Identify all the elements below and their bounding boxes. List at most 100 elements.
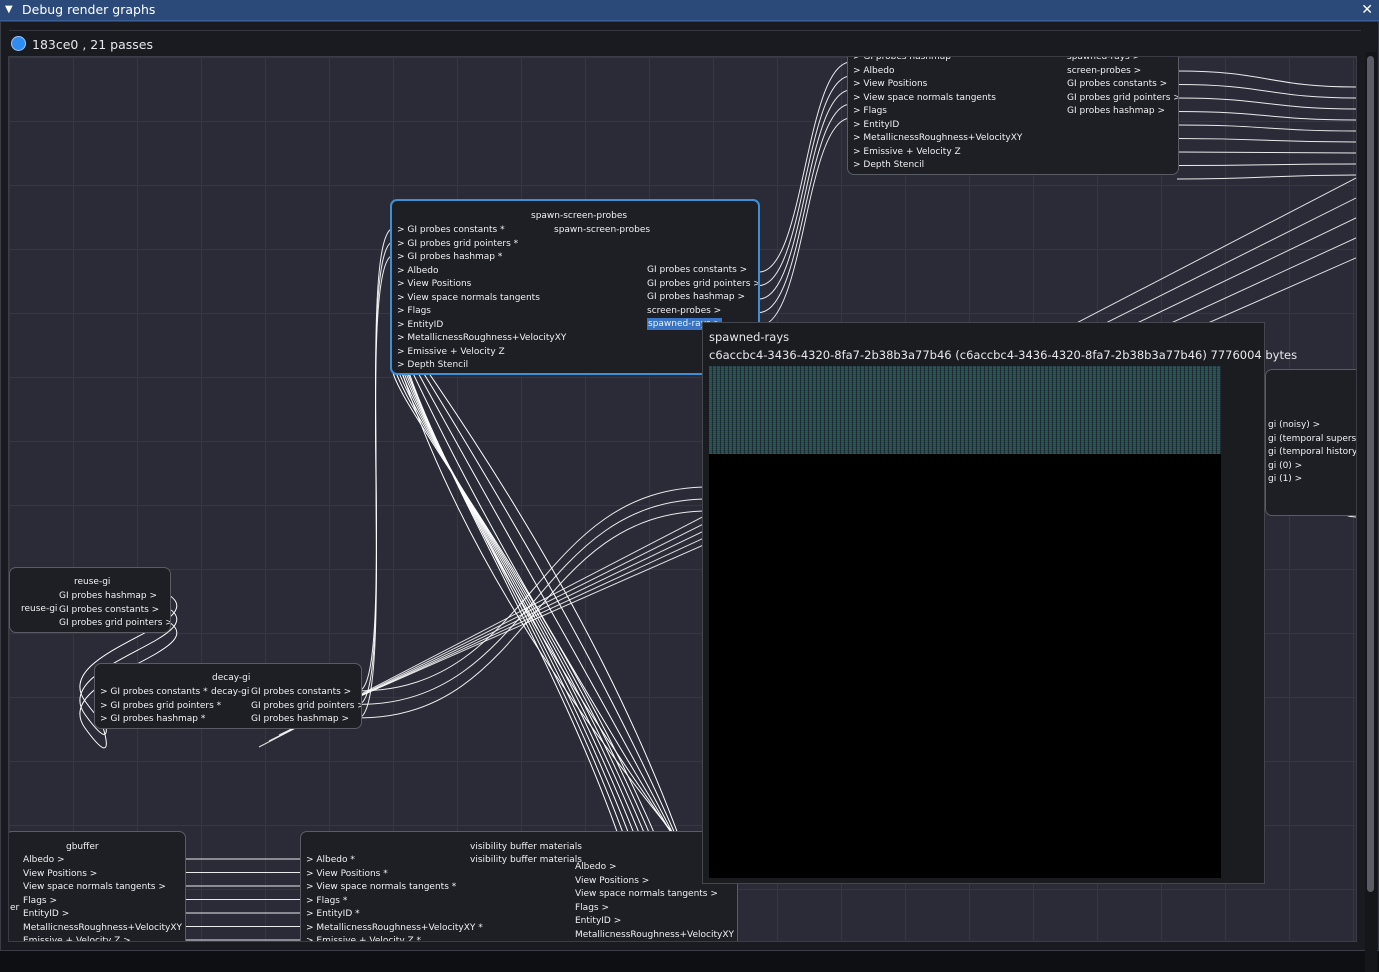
wire bbox=[1176, 151, 1356, 154]
node-pass-name: spawn-screen-probes bbox=[554, 225, 651, 235]
wire bbox=[1176, 111, 1356, 121]
node-visibility-buffer-materials[interactable]: visibility buffer materials visibility b… bbox=[300, 831, 738, 941]
port-output[interactable]: MetallicnessRoughness+VelocityXY > bbox=[575, 929, 737, 941]
port-output[interactable]: Flags > bbox=[575, 902, 609, 914]
port-output[interactable]: screen-probes > bbox=[1067, 65, 1141, 77]
port-input[interactable]: > View space normals tangents bbox=[397, 292, 540, 304]
port-output[interactable]: View space normals tangents > bbox=[575, 888, 718, 900]
port-input[interactable]: > Albedo bbox=[853, 65, 895, 77]
port-input[interactable]: > Albedo bbox=[397, 265, 439, 277]
port-input[interactable]: > MetallicnessRoughness+VelocityXY bbox=[853, 132, 1022, 144]
port-output[interactable]: GI probes grid pointers > bbox=[59, 617, 170, 629]
graph-radio-icon[interactable] bbox=[11, 36, 26, 51]
port-input[interactable]: > View space normals tangents bbox=[853, 92, 996, 104]
port-output[interactable]: Flags > bbox=[23, 895, 57, 907]
port-output[interactable]: GI probes constants > bbox=[1067, 78, 1167, 90]
node-edge-text: er bbox=[10, 903, 20, 913]
port-output[interactable]: View Positions > bbox=[575, 875, 649, 887]
node-spawn-rays-source[interactable]: > GI probes hashmap * > Albedo > View Posi… bbox=[847, 57, 1179, 175]
port-input[interactable]: > GI probes grid pointers * bbox=[100, 700, 221, 712]
port-output[interactable]: GI probes grid pointers > bbox=[647, 278, 758, 290]
port-output[interactable]: EntityID > bbox=[23, 908, 69, 920]
separator bbox=[9, 30, 1361, 31]
port-input[interactable]: > Flags bbox=[397, 305, 431, 317]
port-input[interactable]: > GI probes grid pointers * bbox=[397, 238, 518, 250]
wire bbox=[415, 368, 710, 908]
close-icon[interactable]: ✕ bbox=[1361, 0, 1373, 20]
tooltip-resource-name: spawned-rays bbox=[709, 330, 790, 344]
port-output[interactable]: GI probes hashmap > bbox=[59, 590, 157, 602]
node-pass-name: decay-gi bbox=[211, 687, 250, 697]
wire bbox=[357, 510, 710, 719]
port-input[interactable]: > GI probes hashmap * bbox=[100, 713, 205, 725]
port-output[interactable]: EntityID > bbox=[575, 915, 621, 927]
port-output[interactable]: gi (0) > bbox=[1268, 460, 1302, 472]
wire bbox=[1176, 163, 1356, 166]
wire bbox=[391, 348, 678, 904]
scrollbar-thumb[interactable] bbox=[1367, 56, 1374, 892]
wire bbox=[391, 308, 654, 886]
node-title: visibility buffer materials bbox=[470, 842, 582, 852]
node-gbuffer[interactable]: gbuffer er Albedo > View Positions > View … bbox=[9, 831, 186, 941]
buffer-preview-data bbox=[709, 366, 1221, 454]
wire bbox=[758, 117, 852, 327]
port-output[interactable]: screen-probes > bbox=[647, 305, 721, 317]
wire bbox=[758, 103, 852, 313]
wire bbox=[1176, 97, 1356, 110]
node-decay-gi[interactable]: decay-gi decay-gi > GI probes constants … bbox=[94, 663, 362, 729]
port-input[interactable]: > Depth Stencil bbox=[397, 359, 468, 371]
port-input[interactable]: > MetallicnessRoughness+VelocityXY bbox=[397, 332, 566, 344]
port-input[interactable]: > Depth Stencil bbox=[853, 159, 924, 171]
port-input[interactable]: > View Positions bbox=[853, 78, 927, 90]
window-title-bar[interactable]: ▼ Debug render graphs ✕ bbox=[0, 0, 1379, 21]
node-pass-name: visibility buffer materials bbox=[470, 855, 582, 865]
node-title: decay-gi bbox=[212, 673, 251, 683]
port-output[interactable]: GI probes hashmap > bbox=[647, 291, 745, 303]
port-input[interactable]: > View Positions * bbox=[306, 868, 388, 880]
port-input[interactable]: > Emissive + Velocity Z * bbox=[306, 935, 421, 941]
wire bbox=[357, 486, 710, 692]
port-output[interactable]: gi (1) > bbox=[1268, 473, 1302, 485]
port-input[interactable]: > Flags * bbox=[306, 895, 347, 907]
port-input[interactable]: > EntityID bbox=[397, 319, 443, 331]
collapse-triangle-icon[interactable]: ▼ bbox=[5, 0, 13, 20]
graph-label: 183ce0 , 21 passes bbox=[32, 37, 153, 52]
graph-selector[interactable]: 183ce0 , 21 passes bbox=[11, 36, 153, 54]
port-input[interactable]: > Emissive + Velocity Z bbox=[853, 146, 961, 158]
port-input[interactable]: > GI probes hashmap * bbox=[397, 251, 502, 263]
node-gi-outputs[interactable]: gi (noisy) > gi (temporal supersamgi (tem… bbox=[1265, 369, 1356, 516]
port-output[interactable]: GI probes grid pointers > bbox=[1067, 92, 1178, 104]
port-input[interactable]: > View Positions bbox=[397, 278, 471, 290]
wire bbox=[1176, 174, 1356, 180]
port-output[interactable]: GI probes constants > bbox=[647, 264, 747, 276]
port-input[interactable]: > EntityID * bbox=[306, 908, 360, 920]
port-output[interactable]: GI probes constants > bbox=[251, 686, 351, 698]
port-output[interactable]: MetallicnessRoughness+VelocityXY > bbox=[23, 922, 185, 934]
port-input[interactable]: > MetallicnessRoughness+VelocityXY * bbox=[306, 922, 483, 934]
port-input[interactable]: > Albedo * bbox=[306, 854, 355, 866]
port-output[interactable]: Albedo > bbox=[575, 861, 617, 873]
port-output[interactable]: GI probes hashmap > bbox=[1067, 105, 1165, 117]
wire bbox=[758, 75, 852, 286]
port-output[interactable]: GI probes hashmap > bbox=[251, 713, 349, 725]
port-output[interactable]: gi (temporal history le bbox=[1268, 446, 1356, 458]
port-input[interactable]: > GI probes constants * bbox=[100, 686, 208, 698]
port-output[interactable]: GI probes grid pointers > bbox=[251, 700, 361, 712]
port-input[interactable]: > Emissive + Velocity Z bbox=[397, 346, 505, 358]
vertical-scrollbar[interactable] bbox=[1365, 52, 1377, 972]
port-input[interactable]: > Flags bbox=[853, 105, 887, 117]
port-input[interactable]: > GI probes constants * bbox=[397, 224, 505, 236]
port-output[interactable]: View space normals tangents > bbox=[23, 881, 166, 893]
wire bbox=[400, 368, 710, 878]
port-output[interactable]: Albedo > bbox=[23, 854, 65, 866]
port-output[interactable]: GI probes constants > bbox=[59, 604, 159, 616]
port-input[interactable]: > GI probes hashmap * bbox=[853, 57, 958, 63]
port-output[interactable]: Emissive + Velocity Z > bbox=[23, 935, 131, 941]
port-input[interactable]: > View space normals tangents * bbox=[306, 881, 456, 893]
port-output[interactable]: View Positions > bbox=[23, 868, 97, 880]
port-output[interactable]: spawned-rays > bbox=[1067, 57, 1140, 63]
node-reuse-gi[interactable]: reuse-gi reuse-gi GI probes hashmap > GI … bbox=[9, 567, 171, 633]
port-output[interactable]: gi (noisy) > bbox=[1268, 419, 1320, 431]
port-output[interactable]: gi (temporal supersam bbox=[1268, 433, 1356, 445]
port-input[interactable]: > EntityID bbox=[853, 119, 899, 131]
